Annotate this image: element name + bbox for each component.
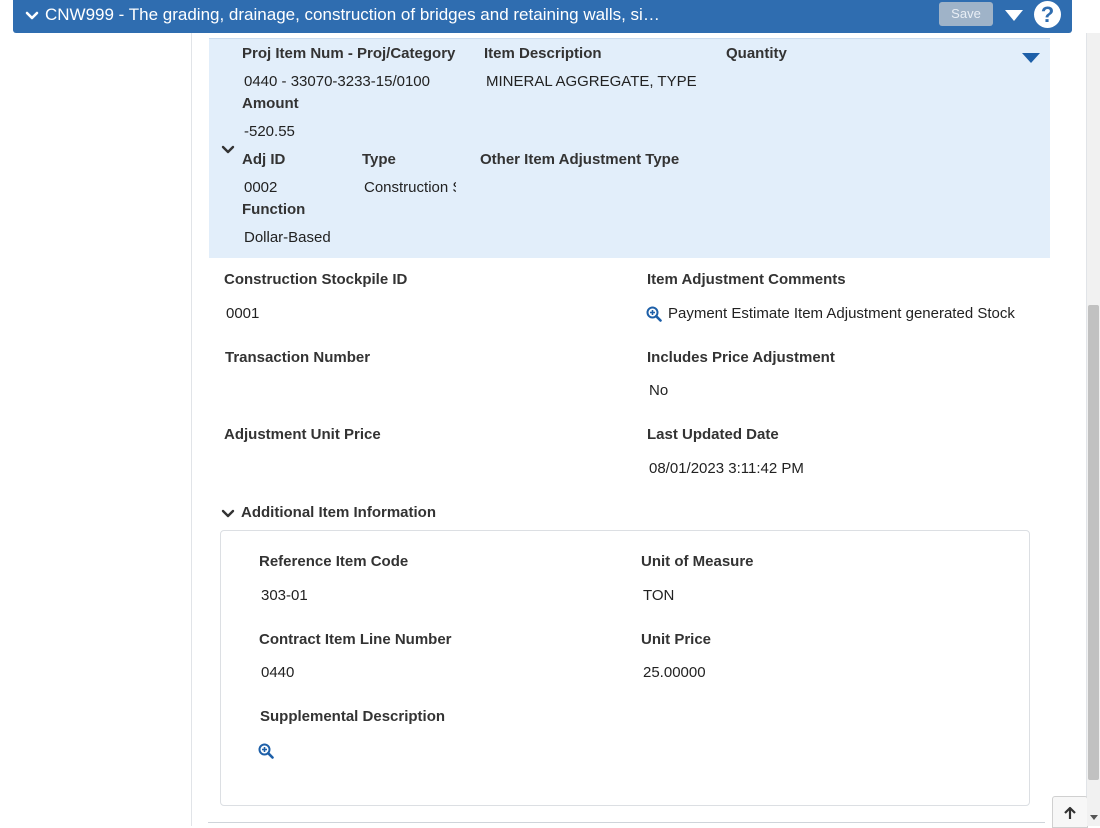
adj-id-value: 0002 bbox=[244, 179, 278, 196]
chevron-down-icon[interactable] bbox=[221, 509, 235, 519]
supplemental-description-label: Supplemental Description bbox=[260, 708, 446, 725]
item-summary-panel bbox=[209, 38, 1050, 258]
unit-of-measure-label: Unit of Measure bbox=[641, 553, 754, 570]
contract-item-line-number-label: Contract Item Line Number bbox=[259, 631, 452, 648]
scroll-down-arrow-icon[interactable] bbox=[1090, 815, 1098, 820]
amount-value: -520.55 bbox=[244, 123, 295, 140]
item-description-label: Item Description bbox=[484, 45, 602, 62]
transaction-number-label: Transaction Number bbox=[225, 349, 371, 366]
other-item-adjustment-type-label: Other Item Adjustment Type bbox=[480, 151, 680, 168]
unit-price-value: 25.00000 bbox=[643, 664, 706, 681]
stockpile-id-label: Construction Stockpile ID bbox=[224, 271, 408, 288]
unit-of-measure-value: TON bbox=[643, 587, 675, 604]
zoom-in-icon[interactable] bbox=[646, 306, 662, 322]
item-adjustment-comments-label: Item Adjustment Comments bbox=[647, 271, 846, 288]
header-bar: CNW999 - The grading, drainage, construc… bbox=[13, 0, 1072, 33]
help-button[interactable]: ? bbox=[1034, 1, 1061, 28]
proj-item-num-label: Proj Item Num - Proj/Category bbox=[242, 45, 456, 62]
last-updated-date-label: Last Updated Date bbox=[647, 426, 779, 443]
amount-label: Amount bbox=[242, 95, 299, 112]
last-updated-date-value: 08/01/2023 3:11:42 PM bbox=[649, 460, 804, 477]
stockpile-id-value: 0001 bbox=[226, 305, 260, 322]
proj-item-num-value: 0440 - 33070-3233-15/0100 bbox=[244, 73, 430, 90]
includes-price-adjustment-label: Includes Price Adjustment bbox=[647, 349, 835, 366]
caret-down-icon[interactable] bbox=[1004, 8, 1024, 22]
save-button[interactable]: Save bbox=[939, 2, 993, 26]
zoom-in-icon[interactable] bbox=[258, 743, 274, 759]
adj-id-label: Adj ID bbox=[242, 151, 286, 168]
chevron-down-icon[interactable] bbox=[24, 8, 40, 24]
frame-border-left bbox=[191, 33, 192, 826]
arrow-up-icon bbox=[1064, 806, 1076, 819]
additional-item-information-toggle[interactable]: Additional Item Information bbox=[241, 504, 436, 521]
additional-item-information-box bbox=[220, 530, 1030, 806]
type-value: Construction S bbox=[364, 179, 456, 196]
section-divider bbox=[208, 822, 1045, 823]
chevron-down-icon[interactable] bbox=[221, 145, 235, 155]
adjustment-unit-price-label: Adjustment Unit Price bbox=[224, 426, 381, 443]
expand-triangle-icon[interactable] bbox=[1022, 53, 1040, 63]
reference-item-code-label: Reference Item Code bbox=[259, 553, 409, 570]
item-description-value: MINERAL AGGREGATE, TYPE bbox=[486, 73, 697, 90]
function-label: Function bbox=[242, 201, 306, 218]
reference-item-code-value: 303-01 bbox=[261, 587, 308, 604]
type-label: Type bbox=[362, 151, 396, 168]
scroll-to-top-button[interactable] bbox=[1052, 796, 1088, 828]
contract-item-line-number-value: 0440 bbox=[261, 664, 295, 681]
unit-price-label: Unit Price bbox=[641, 631, 712, 648]
scrollbar-thumb[interactable] bbox=[1088, 305, 1099, 780]
includes-price-adjustment-value: No bbox=[649, 382, 669, 399]
item-adjustment-comments-value: Payment Estimate Item Adjustment generat… bbox=[668, 305, 1015, 322]
function-value: Dollar-Based bbox=[244, 229, 331, 246]
quantity-label: Quantity bbox=[726, 45, 787, 62]
page-title: CNW999 - The grading, drainage, construc… bbox=[45, 5, 660, 24]
